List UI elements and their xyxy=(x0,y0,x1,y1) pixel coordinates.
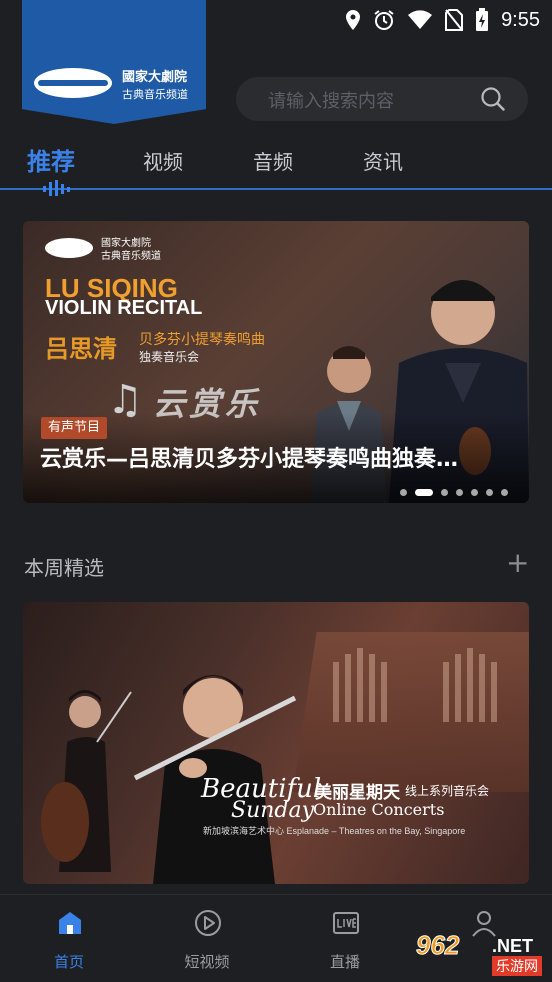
nav-short-video-label: 短视频 xyxy=(184,953,230,971)
add-icon[interactable]: + xyxy=(506,549,529,577)
watermark-site: 乐游网 xyxy=(492,956,542,976)
nav-live[interactable]: 直播 xyxy=(295,895,395,982)
carousel-dot[interactable] xyxy=(441,489,448,496)
search-icon[interactable] xyxy=(480,86,506,112)
featured-banner[interactable]: 國家大劇院 古典音乐频道 LU SIQING VIOLIN RECITAL 吕思… xyxy=(23,221,529,503)
tab-underline xyxy=(0,188,552,190)
cellist-image xyxy=(41,690,132,872)
wifi-icon xyxy=(408,10,433,29)
carousel-dots xyxy=(400,489,508,496)
carousel-dot[interactable] xyxy=(456,489,463,496)
alarm-icon xyxy=(374,10,394,30)
nav-short-video[interactable]: 短视频 xyxy=(157,895,257,982)
featured-card[interactable]: Beautiful Sunday 美丽星期天 线上系列音乐会 Online Co… xyxy=(23,602,529,884)
banner-en-subtitle: VIOLIN RECITAL xyxy=(45,297,203,319)
logo-subtitle: 古典音乐频道 xyxy=(122,88,188,101)
card-venue: 新加坡滨海艺术中心 Esplanade – Theatres on the Ba… xyxy=(203,826,466,836)
banner-logo-line1: 國家大劇院 xyxy=(101,238,151,249)
search-placeholder: 请输入搜索内容 xyxy=(268,91,394,112)
nav-home-label: 首页 xyxy=(53,953,84,971)
banner-cn-name: 吕思清 xyxy=(45,335,117,363)
status-time: 9:55 xyxy=(501,8,540,31)
nav-live-label: 直播 xyxy=(329,953,360,971)
card-en-online: Online Concerts xyxy=(313,800,445,819)
banner-title: 云赏乐—吕思清贝多芬小提琴奏鸣曲独奏… xyxy=(40,447,459,472)
banner-logo-icon xyxy=(45,238,93,258)
battery-charging-icon xyxy=(476,8,489,31)
section-title: 本周精选 xyxy=(24,556,104,580)
carousel-dot[interactable] xyxy=(501,489,508,496)
search-input[interactable]: 请输入搜索内容 xyxy=(236,77,528,121)
play-circle-icon xyxy=(195,910,221,936)
organ-pipes-image xyxy=(333,648,497,722)
watermark-number: 962 xyxy=(415,930,460,961)
tab-audio[interactable]: 音频 xyxy=(253,146,293,175)
card-cn-subtitle: 线上系列音乐会 xyxy=(405,784,490,798)
category-tabs: 推荐 视频 音频 资讯 xyxy=(0,140,552,190)
card-en-subtitle: Sunday xyxy=(231,798,315,823)
flutist-image xyxy=(133,675,297,884)
carousel-dot[interactable] xyxy=(471,489,478,496)
live-icon xyxy=(333,912,359,934)
carousel-dot[interactable] xyxy=(400,489,407,496)
banner-logo-line2: 古典音乐频道 xyxy=(101,251,161,262)
tab-video[interactable]: 视频 xyxy=(143,146,183,175)
status-icons: 9:55 xyxy=(345,8,540,32)
tab-news[interactable]: 资讯 xyxy=(363,146,403,175)
theatre-logo-icon xyxy=(34,68,112,98)
tab-active-indicator xyxy=(43,180,70,196)
watermark-net: .NET xyxy=(492,936,534,956)
banner-cn-subtitle: 贝多芬小提琴奏鸣曲 xyxy=(139,332,265,348)
tab-recommend[interactable]: 推荐 xyxy=(27,142,75,177)
banner-cn-subtitle2: 独奏音乐会 xyxy=(139,350,200,364)
location-icon xyxy=(346,10,361,30)
channel-logo: 國家大劇院 古典音乐频道 xyxy=(22,0,206,124)
nav-home[interactable]: 首页 xyxy=(19,895,119,982)
carousel-dot-active[interactable] xyxy=(415,489,433,496)
banner-logo-text: 國家大劇院 古典音乐频道 xyxy=(101,237,161,263)
carousel-dot[interactable] xyxy=(486,489,493,496)
logo-title: 國家大劇院 xyxy=(122,70,188,85)
home-icon xyxy=(59,912,81,934)
site-watermark: 962 .NET 乐游网 xyxy=(412,928,548,978)
banner-badge: 有声节目 xyxy=(41,417,108,439)
no-sim-icon xyxy=(445,9,464,31)
